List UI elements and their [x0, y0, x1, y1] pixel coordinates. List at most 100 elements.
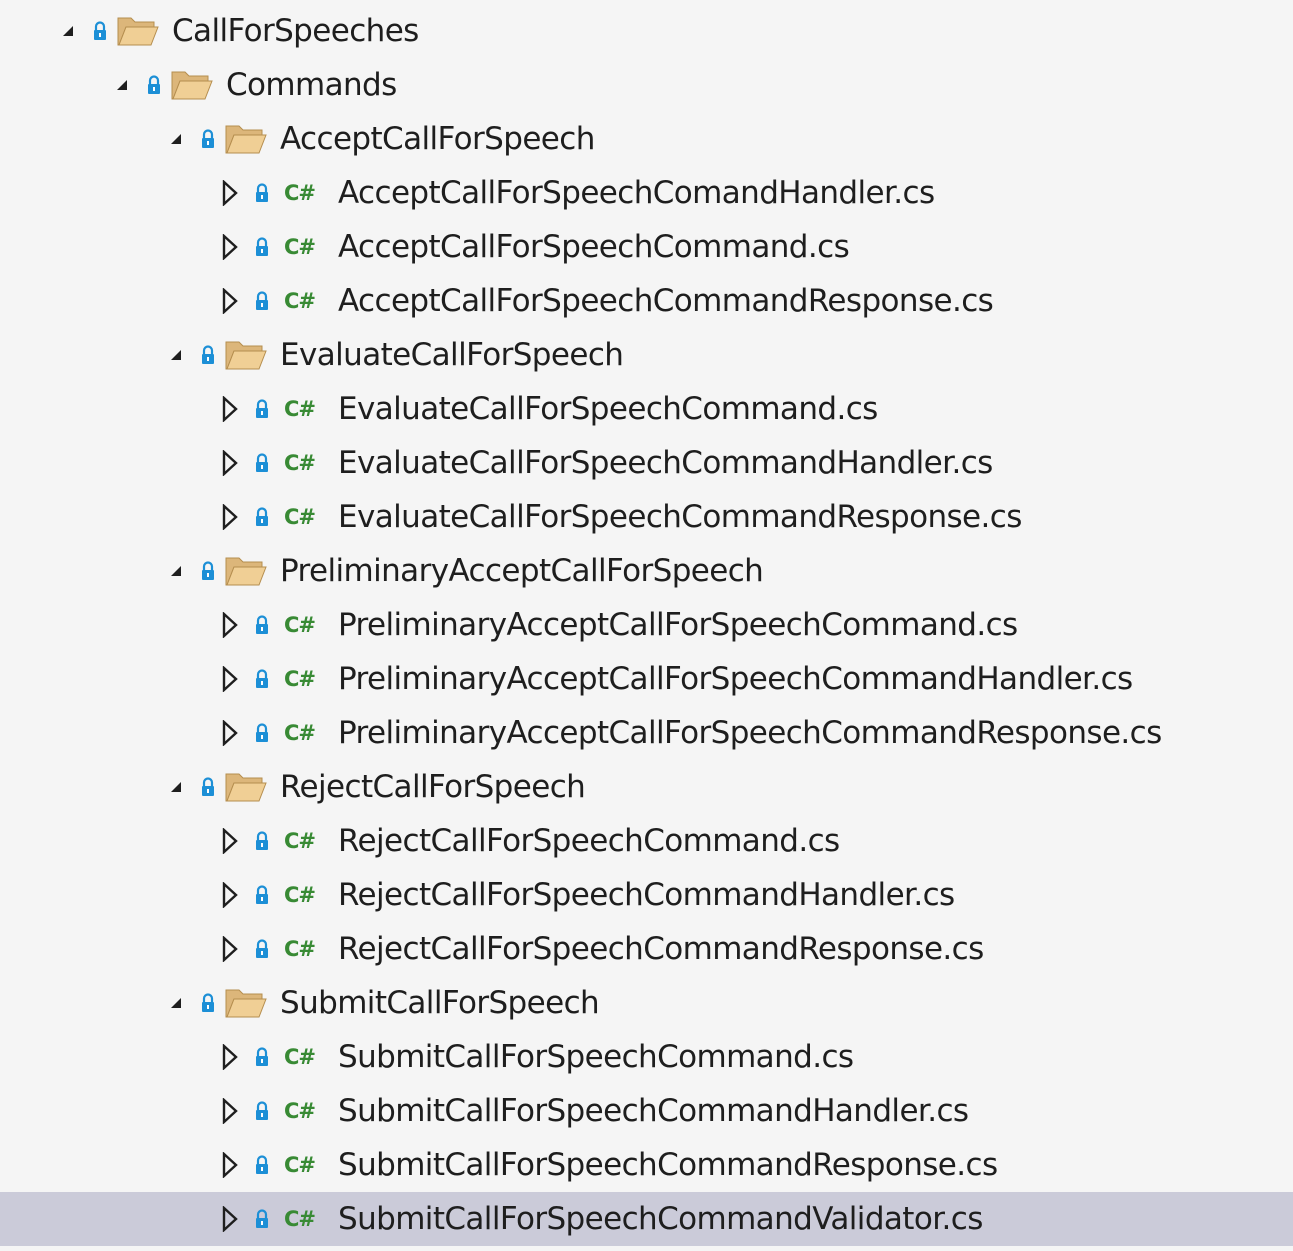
tree-item-label: RejectCallForSpeechCommand.cs: [338, 823, 840, 859]
tree-item-label: EvaluateCallForSpeechCommandHandler.cs: [338, 445, 993, 481]
collapsed-arrow-icon[interactable]: [218, 1152, 242, 1178]
tree-item-submitcallforspeechcommandvalidator[interactable]: C# SubmitCallForSpeechCommandValidator.cs: [0, 1192, 1293, 1246]
expanded-arrow-icon[interactable]: [110, 73, 134, 97]
tree-item-label: PreliminaryAcceptCallForSpeechCommandHan…: [338, 661, 1133, 697]
lock-icon: [252, 233, 272, 261]
tree-item-label: SubmitCallForSpeechCommandResponse.cs: [338, 1147, 998, 1183]
collapsed-arrow-icon[interactable]: [218, 720, 242, 746]
csharp-file-icon: C#: [284, 883, 316, 907]
tree-item-label: CallForSpeeches: [172, 13, 419, 49]
tree-item-label: EvaluateCallForSpeechCommand.cs: [338, 391, 878, 427]
folder-icon: [224, 986, 268, 1020]
tree-item-acceptcallforspeechcommandresponse[interactable]: C# AcceptCallForSpeechCommandResponse.cs: [0, 274, 1293, 328]
csharp-file-icon: C#: [284, 1153, 316, 1177]
collapsed-arrow-icon[interactable]: [218, 828, 242, 854]
tree-item-label: PreliminaryAcceptCallForSpeechCommandRes…: [338, 715, 1162, 751]
expanded-arrow-icon[interactable]: [164, 775, 188, 799]
lock-icon: [252, 287, 272, 315]
tree-item-label: Commands: [226, 67, 397, 103]
expanded-arrow-icon[interactable]: [164, 559, 188, 583]
expanded-arrow-icon[interactable]: [164, 343, 188, 367]
csharp-file-icon: C#: [284, 181, 316, 205]
tree-item-label: RejectCallForSpeech: [280, 769, 586, 805]
lock-icon: [252, 1097, 272, 1125]
folder-icon: [224, 338, 268, 372]
tree-item-submitcallforspeechcommand[interactable]: C# SubmitCallForSpeechCommand.cs: [0, 1030, 1293, 1084]
tree-item-label: PreliminaryAcceptCallForSpeechCommand.cs: [338, 607, 1018, 643]
tree-item-evaluatecallforspeechcommand[interactable]: C# EvaluateCallForSpeechCommand.cs: [0, 382, 1293, 436]
collapsed-arrow-icon[interactable]: [218, 882, 242, 908]
tree-item-rejectcallforspeechcommand[interactable]: C# RejectCallForSpeechCommand.cs: [0, 814, 1293, 868]
collapsed-arrow-icon[interactable]: [218, 666, 242, 692]
lock-icon: [252, 935, 272, 963]
lock-icon: [252, 449, 272, 477]
csharp-file-icon: C#: [284, 937, 316, 961]
collapsed-arrow-icon[interactable]: [218, 504, 242, 530]
tree-item-label: EvaluateCallForSpeechCommandResponse.cs: [338, 499, 1022, 535]
tree-item-commands[interactable]: Commands: [0, 58, 1293, 112]
collapsed-arrow-icon[interactable]: [218, 1206, 242, 1232]
collapsed-arrow-icon[interactable]: [218, 288, 242, 314]
tree-item-evaluatecallforspeech[interactable]: EvaluateCallForSpeech: [0, 328, 1293, 382]
expanded-arrow-icon[interactable]: [164, 127, 188, 151]
collapsed-arrow-icon[interactable]: [218, 1044, 242, 1070]
tree-item-submitcallforspeechcommandresponse[interactable]: C# SubmitCallForSpeechCommandResponse.cs: [0, 1138, 1293, 1192]
tree-item-label: AcceptCallForSpeech: [280, 121, 595, 157]
tree-item-label: AcceptCallForSpeechComandHandler.cs: [338, 175, 935, 211]
csharp-file-icon: C#: [284, 451, 316, 475]
tree-item-rejectcallforspeechcommandhandler[interactable]: C# RejectCallForSpeechCommandHandler.cs: [0, 868, 1293, 922]
tree-item-label: SubmitCallForSpeech: [280, 985, 600, 1021]
csharp-file-icon: C#: [284, 235, 316, 259]
folder-icon: [224, 770, 268, 804]
tree-item-label: EvaluateCallForSpeech: [280, 337, 624, 373]
collapsed-arrow-icon[interactable]: [218, 1098, 242, 1124]
csharp-file-icon: C#: [284, 505, 316, 529]
tree-item-preliminaryacceptcallforspeechcommandhandler[interactable]: C# PreliminaryAcceptCallForSpeechCommandH…: [0, 652, 1293, 706]
collapsed-arrow-icon[interactable]: [218, 234, 242, 260]
folder-icon: [224, 554, 268, 588]
folder-icon: [224, 122, 268, 156]
csharp-file-icon: C#: [284, 289, 316, 313]
csharp-file-icon: C#: [284, 397, 316, 421]
tree-item-rejectcallforspeech[interactable]: RejectCallForSpeech: [0, 760, 1293, 814]
collapsed-arrow-icon[interactable]: [218, 936, 242, 962]
csharp-file-icon: C#: [284, 613, 316, 637]
csharp-file-icon: C#: [284, 667, 316, 691]
tree-item-evaluatecallforspeechcommandhandler[interactable]: C# EvaluateCallForSpeechCommandHandler.cs: [0, 436, 1293, 490]
folder-icon: [116, 14, 160, 48]
lock-icon: [252, 827, 272, 855]
lock-icon: [252, 611, 272, 639]
tree-item-acceptcallforspeech[interactable]: AcceptCallForSpeech: [0, 112, 1293, 166]
tree-item-label: AcceptCallForSpeechCommandResponse.cs: [338, 283, 994, 319]
tree-item-label: AcceptCallForSpeechCommand.cs: [338, 229, 850, 265]
tree-item-submitcallforspeechcommandhandler[interactable]: C# SubmitCallForSpeechCommandHandler.cs: [0, 1084, 1293, 1138]
csharp-file-icon: C#: [284, 1099, 316, 1123]
lock-icon: [252, 179, 272, 207]
tree-item-acceptcallforspeechcomandhandler[interactable]: C# AcceptCallForSpeechComandHandler.cs: [0, 166, 1293, 220]
tree-item-callforspeeches[interactable]: CallForSpeeches: [0, 4, 1293, 58]
expanded-arrow-icon[interactable]: [56, 19, 80, 43]
lock-icon: [198, 341, 218, 369]
lock-icon: [252, 665, 272, 693]
tree-item-evaluatecallforspeechcommandresponse[interactable]: C# EvaluateCallForSpeechCommandResponse.c…: [0, 490, 1293, 544]
tree-item-acceptcallforspeechcommand[interactable]: C# AcceptCallForSpeechCommand.cs: [0, 220, 1293, 274]
tree-item-rejectcallforspeechcommandresponse[interactable]: C# RejectCallForSpeechCommandResponse.cs: [0, 922, 1293, 976]
csharp-file-icon: C#: [284, 829, 316, 853]
tree-item-preliminaryacceptcallforspeechcommand[interactable]: C# PreliminaryAcceptCallForSpeechCommand.…: [0, 598, 1293, 652]
csharp-file-icon: C#: [284, 1207, 316, 1231]
tree-item-label: PreliminaryAcceptCallForSpeech: [280, 553, 764, 589]
collapsed-arrow-icon[interactable]: [218, 450, 242, 476]
lock-icon: [198, 557, 218, 585]
collapsed-arrow-icon[interactable]: [218, 180, 242, 206]
expanded-arrow-icon[interactable]: [164, 991, 188, 1015]
lock-icon: [252, 1205, 272, 1233]
tree-item-preliminaryacceptcallforspeechcommandresponse[interactable]: C# PreliminaryAcceptCallForSpeechCommandR…: [0, 706, 1293, 760]
lock-icon: [252, 1151, 272, 1179]
lock-icon: [252, 503, 272, 531]
collapsed-arrow-icon[interactable]: [218, 396, 242, 422]
tree-item-submitcallforspeech[interactable]: SubmitCallForSpeech: [0, 976, 1293, 1030]
lock-icon: [90, 17, 110, 45]
tree-item-preliminaryacceptcallforspeech[interactable]: PreliminaryAcceptCallForSpeech: [0, 544, 1293, 598]
lock-icon: [198, 989, 218, 1017]
collapsed-arrow-icon[interactable]: [218, 612, 242, 638]
